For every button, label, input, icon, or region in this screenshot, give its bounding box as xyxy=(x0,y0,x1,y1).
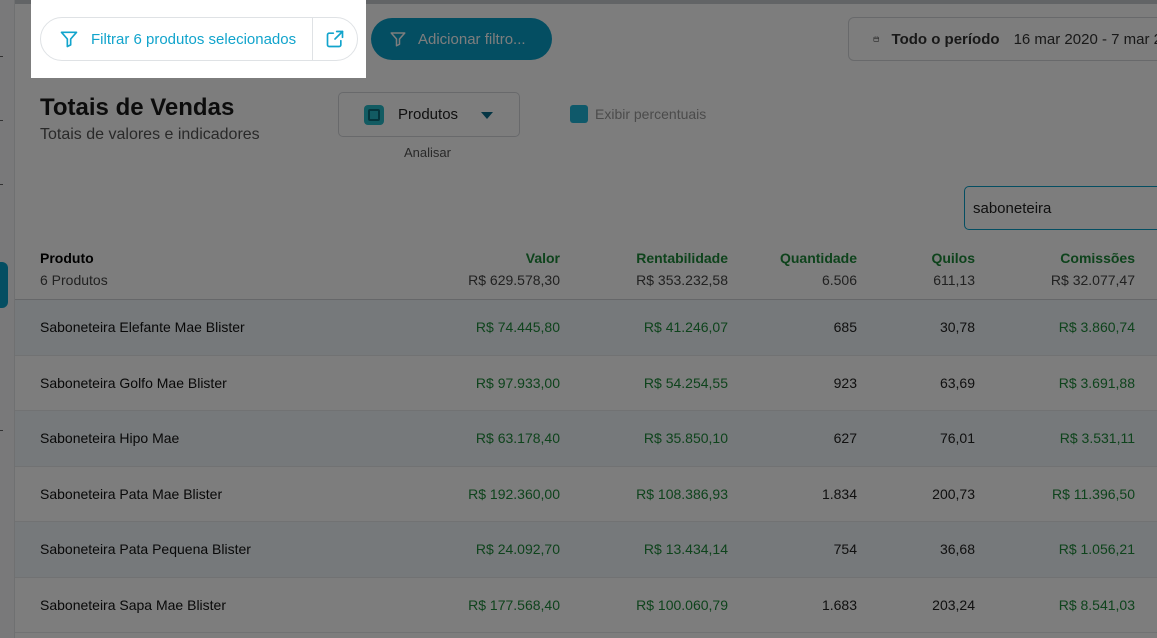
cell-valor: R$ 177.568,40 xyxy=(468,596,560,613)
cell-valor: R$ 24.092,70 xyxy=(475,541,560,557)
table-row[interactable]: Saboneteira Elefante Mae Blister R$ 74.4… xyxy=(15,300,1157,356)
open-external-button[interactable] xyxy=(312,18,357,60)
total-valor: R$ 629.578,30 xyxy=(468,272,560,288)
analyze-dropdown[interactable]: Produtos xyxy=(338,92,520,137)
filter-icon xyxy=(390,32,406,47)
left-rail xyxy=(0,0,15,638)
show-percent-label: Exibir percentuais xyxy=(595,106,707,122)
cell-quantidade: 923 xyxy=(833,374,857,391)
cell-rentabilidade: R$ 13.434,14 xyxy=(643,541,728,557)
table-row[interactable]: Saboneteira Sapa Mae Blister R$ 177.568,… xyxy=(15,577,1157,633)
filter-selected-label: Filtrar 6 produtos selecionados xyxy=(91,30,297,48)
rail-tick xyxy=(0,56,3,57)
cell-produto: Saboneteira Hipo Mae xyxy=(40,430,180,446)
period-label: Todo o período xyxy=(891,30,1000,48)
filter-icon xyxy=(60,31,78,48)
filter-selected-button[interactable]: Filtrar 6 produtos selecionados xyxy=(41,18,312,60)
cell-quilos: 30,78 xyxy=(939,319,975,335)
add-filter-label: Adicionar filtro... xyxy=(418,30,526,48)
cell-quilos: 36,68 xyxy=(939,541,975,557)
cell-produto: Saboneteira Golfo Mae Blister xyxy=(40,374,227,391)
cell-quantidade: 627 xyxy=(833,430,857,446)
total-rentabilidade: R$ 353.232,58 xyxy=(636,272,728,288)
cell-valor: R$ 97.933,00 xyxy=(475,374,560,391)
cell-quilos: 203,24 xyxy=(932,596,975,613)
cell-rentabilidade: R$ 41.246,07 xyxy=(643,319,728,335)
table-row[interactable]: Saboneteira Golfo Mae Blister R$ 97.933,… xyxy=(15,355,1157,411)
rail-active-indicator[interactable] xyxy=(0,262,8,308)
table-body: Saboneteira Elefante Mae Blister R$ 74.4… xyxy=(15,300,1157,633)
cell-rentabilidade: R$ 35.850,10 xyxy=(643,430,728,446)
cell-produto: Saboneteira Sapa Mae Blister xyxy=(40,596,226,613)
rail-tick xyxy=(0,120,3,121)
cell-comissoes: R$ 11.396,50 xyxy=(1051,485,1135,502)
total-comissoes: R$ 32.077,47 xyxy=(1050,272,1135,288)
show-percent-checkbox[interactable] xyxy=(570,105,588,123)
total-quantidade: 6.506 xyxy=(821,272,857,288)
table-row[interactable]: Saboneteira Pata Mae Blister R$ 192.360,… xyxy=(15,466,1157,522)
analyze-label: Analisar xyxy=(404,145,451,160)
cell-quantidade: 754 xyxy=(833,541,857,557)
cell-produto: Saboneteira Pata Pequena Blister xyxy=(40,541,251,557)
cell-quantidade: 1.683 xyxy=(821,596,857,613)
rail-tick xyxy=(0,430,3,431)
cell-comissoes: R$ 8.541,03 xyxy=(1058,596,1135,613)
header-comissoes[interactable]: Comissões R$ 32.077,47 xyxy=(995,250,1135,288)
cell-quantidade: 1.834 xyxy=(821,485,857,502)
search-input[interactable] xyxy=(964,186,1157,230)
cell-comissoes: R$ 3.531,11 xyxy=(1059,430,1135,446)
chevron-down-icon xyxy=(481,112,493,119)
period-selector[interactable]: Todo o período 16 mar 2020 - 7 mar 2021 xyxy=(848,17,1157,61)
header-rentabilidade[interactable]: Rentabilidade R$ 353.232,58 xyxy=(578,250,728,288)
sales-table: Produto 6 Produtos Valor R$ 629.578,30 R… xyxy=(15,250,1157,633)
page-title: Totais de Vendas xyxy=(40,94,235,121)
table-row[interactable]: Saboneteira Hipo Mae R$ 63.178,40 R$ 35.… xyxy=(15,411,1157,467)
cell-rentabilidade: R$ 54.254,55 xyxy=(643,374,728,391)
cell-valor: R$ 192.360,00 xyxy=(468,485,560,502)
cell-quilos: 200,73 xyxy=(932,485,975,502)
cell-comissoes: R$ 1.056,21 xyxy=(1058,541,1135,557)
cell-comissoes: R$ 3.860,74 xyxy=(1058,319,1135,335)
selected-products-filter: Filtrar 6 produtos selecionados xyxy=(40,17,358,61)
cell-quantidade: 685 xyxy=(833,319,857,335)
header-produto[interactable]: Produto 6 Produtos xyxy=(40,250,340,288)
cell-comissoes: R$ 3.691,88 xyxy=(1058,374,1135,391)
analyze-selected: Produtos xyxy=(398,106,459,123)
total-quilos: 611,13 xyxy=(933,272,975,288)
add-filter-button[interactable]: Adicionar filtro... xyxy=(371,18,552,60)
cell-valor: R$ 63.178,40 xyxy=(475,430,560,446)
products-icon xyxy=(364,104,384,125)
header-valor[interactable]: Valor R$ 629.578,30 xyxy=(410,250,560,288)
rail-tick xyxy=(0,184,3,185)
cell-produto: Saboneteira Elefante Mae Blister xyxy=(40,319,245,335)
period-range: 16 mar 2020 - 7 mar 2021 xyxy=(1013,30,1157,48)
page-subtitle: Totais de valores e indicadores xyxy=(40,126,260,143)
cell-rentabilidade: R$ 100.060,79 xyxy=(636,596,728,613)
cell-valor: R$ 74.445,80 xyxy=(475,319,560,335)
header-quilos[interactable]: Quilos 611,13 xyxy=(875,250,975,288)
total-produto: 6 Produtos xyxy=(40,272,108,288)
cell-produto: Saboneteira Pata Mae Blister xyxy=(40,485,223,502)
cell-quilos: 76,01 xyxy=(939,430,975,446)
cell-quilos: 63,69 xyxy=(939,374,975,391)
table-row[interactable]: Saboneteira Pata Pequena Blister R$ 24.0… xyxy=(15,522,1157,578)
cell-rentabilidade: R$ 108.386,93 xyxy=(636,485,728,502)
header-quantidade[interactable]: Quantidade 6.506 xyxy=(737,250,857,288)
table-header: Produto 6 Produtos Valor R$ 629.578,30 R… xyxy=(15,250,1157,300)
external-link-icon xyxy=(326,30,344,48)
calendar-icon xyxy=(873,36,879,42)
page: Adicionar filtro... Todo o período 16 ma… xyxy=(0,0,1157,638)
